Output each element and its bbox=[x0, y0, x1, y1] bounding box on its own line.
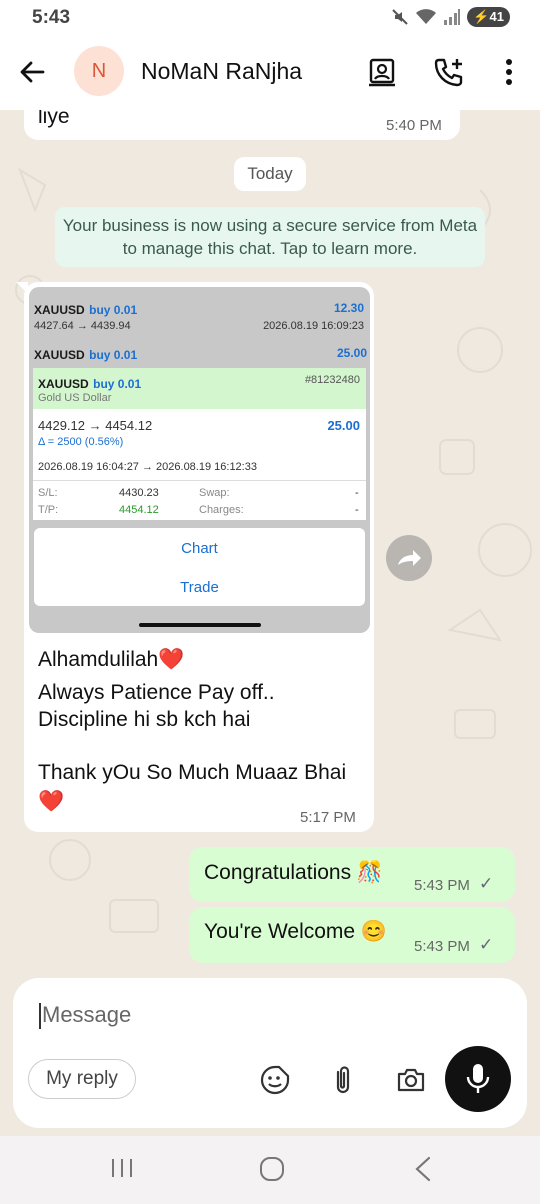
action-sheet: Chart Trade bbox=[34, 528, 365, 606]
status-icons: ⚡41 bbox=[391, 7, 510, 27]
my-reply-chip[interactable]: My reply bbox=[28, 1059, 136, 1099]
charges-label: Charges: bbox=[199, 504, 244, 516]
recents-nav-icon[interactable] bbox=[110, 1156, 134, 1180]
message-composer: Message My reply bbox=[13, 978, 527, 1128]
chat-header: N NoMaN RaNjha bbox=[0, 36, 540, 110]
trade-prices: 4427.64 → 4439.94 bbox=[34, 320, 131, 332]
contact-name[interactable]: NoMaN RaNjha bbox=[141, 58, 302, 85]
battery-level: 41 bbox=[489, 9, 504, 24]
trade-profit: 12.30 bbox=[333, 301, 364, 315]
trade-side: buy 0.01 bbox=[89, 303, 138, 317]
trade-detail-header: XAUUSD buy 0.01 #81232480 Gold US Dollar bbox=[33, 368, 366, 409]
home-nav-icon[interactable] bbox=[259, 1156, 285, 1182]
more-vert-icon[interactable] bbox=[500, 56, 518, 88]
back-arrow-icon[interactable] bbox=[18, 58, 46, 86]
detail-dates: 2026.08.19 16:04:27 → 2026.08.19 16:12:3… bbox=[38, 461, 257, 473]
detail-delta: Δ = 2500 (0.56%) bbox=[38, 436, 124, 448]
message-time: 5:43 PM bbox=[414, 877, 470, 894]
swap-label: Swap: bbox=[199, 487, 230, 499]
avatar[interactable]: N bbox=[74, 46, 124, 96]
detail-side: buy 0.01 bbox=[93, 377, 142, 391]
bubble-tail bbox=[16, 282, 28, 294]
double-tick-icon: ✓ bbox=[479, 874, 494, 893]
date-chip: Today bbox=[234, 157, 306, 191]
tp-value: 4454.12 bbox=[119, 504, 159, 516]
trade-symbol: XAUUSD bbox=[34, 303, 85, 317]
home-indicator bbox=[139, 623, 261, 627]
caption-line: Discipline hi sb kch hai bbox=[38, 708, 251, 731]
double-tick-icon: ✓ bbox=[479, 935, 494, 954]
text-caret bbox=[39, 1003, 41, 1030]
trade-profit: 25.00 bbox=[336, 346, 367, 360]
message-time: 5:43 PM bbox=[414, 938, 470, 955]
wifi-icon bbox=[416, 9, 437, 24]
add-call-icon[interactable] bbox=[432, 56, 466, 88]
trade-button: Trade bbox=[180, 579, 219, 596]
message-time: 5:17 PM bbox=[300, 809, 356, 826]
voice-record-button[interactable] bbox=[445, 1046, 511, 1112]
system-nav-bar bbox=[0, 1136, 540, 1204]
trade-detail-card: XAUUSD buy 0.01 #81232480 Gold US Dollar… bbox=[33, 368, 366, 520]
trade-date: 2026.08.19 16:09:23 bbox=[263, 320, 364, 332]
caption-line: Always Patience Pay off.. bbox=[38, 681, 275, 704]
battery-indicator: ⚡41 bbox=[467, 7, 510, 27]
attach-icon[interactable] bbox=[329, 1064, 357, 1096]
back-nav-icon[interactable] bbox=[413, 1156, 433, 1182]
mic-icon bbox=[466, 1064, 490, 1093]
forward-button[interactable] bbox=[386, 535, 432, 581]
swap-value: - bbox=[355, 487, 359, 499]
detail-description: Gold US Dollar bbox=[38, 392, 112, 404]
caption-line: ❤️ bbox=[38, 790, 65, 813]
chart-button: Chart bbox=[181, 540, 218, 557]
tp-label: T/P: bbox=[38, 504, 59, 516]
detail-profit: 25.00 bbox=[327, 418, 360, 433]
signal-icon bbox=[444, 9, 461, 25]
status-bar: 5:43 ⚡41 bbox=[0, 0, 540, 36]
detail-order-id: #81232480 bbox=[304, 374, 360, 386]
message-placeholder: Message bbox=[42, 1002, 132, 1027]
sl-label: S/L: bbox=[38, 487, 58, 499]
sticker-icon[interactable] bbox=[259, 1064, 291, 1096]
mute-icon bbox=[392, 9, 409, 25]
message-text: Congratulations 🎊 bbox=[204, 861, 384, 884]
message-input[interactable]: Message bbox=[39, 1002, 132, 1030]
chat-area[interactable]: liye 5:40 PM Today Your business is now … bbox=[0, 110, 540, 976]
message-bubble-outgoing[interactable]: You're Welcome 😊 5:43 PM ✓ bbox=[189, 907, 515, 963]
message-bubble-incoming[interactable]: liye 5:40 PM bbox=[24, 110, 460, 140]
message-text: You're Welcome 😊 bbox=[204, 920, 388, 943]
trade-side: buy 0.01 bbox=[89, 348, 138, 362]
detail-prices: 4429.12 → 4454.12 bbox=[38, 418, 153, 433]
caption-line: Alhamdulilah❤️ bbox=[38, 648, 185, 671]
shared-image-trade-screenshot[interactable]: XAUUSD buy 0.01 12.30 4427.64 → 4439.94 … bbox=[29, 287, 370, 633]
detail-symbol: XAUUSD bbox=[38, 377, 89, 391]
sl-value: 4430.23 bbox=[119, 487, 159, 499]
status-time: 5:43 bbox=[32, 7, 71, 28]
message-time: 5:40 PM bbox=[386, 117, 442, 134]
encryption-notice[interactable]: Your business is now using a secure serv… bbox=[55, 207, 485, 267]
forward-icon bbox=[398, 550, 421, 566]
camera-icon[interactable] bbox=[395, 1064, 427, 1096]
trade-symbol: XAUUSD bbox=[34, 348, 85, 362]
charges-value: - bbox=[355, 504, 359, 516]
contacts-icon[interactable] bbox=[366, 56, 398, 88]
message-bubble-outgoing[interactable]: Congratulations 🎊 5:43 PM ✓ bbox=[189, 847, 515, 902]
detail-divider bbox=[33, 480, 366, 481]
caption-line: Thank yOu So Much Muaaz Bhai bbox=[38, 761, 347, 784]
message-text: liye bbox=[38, 110, 70, 128]
